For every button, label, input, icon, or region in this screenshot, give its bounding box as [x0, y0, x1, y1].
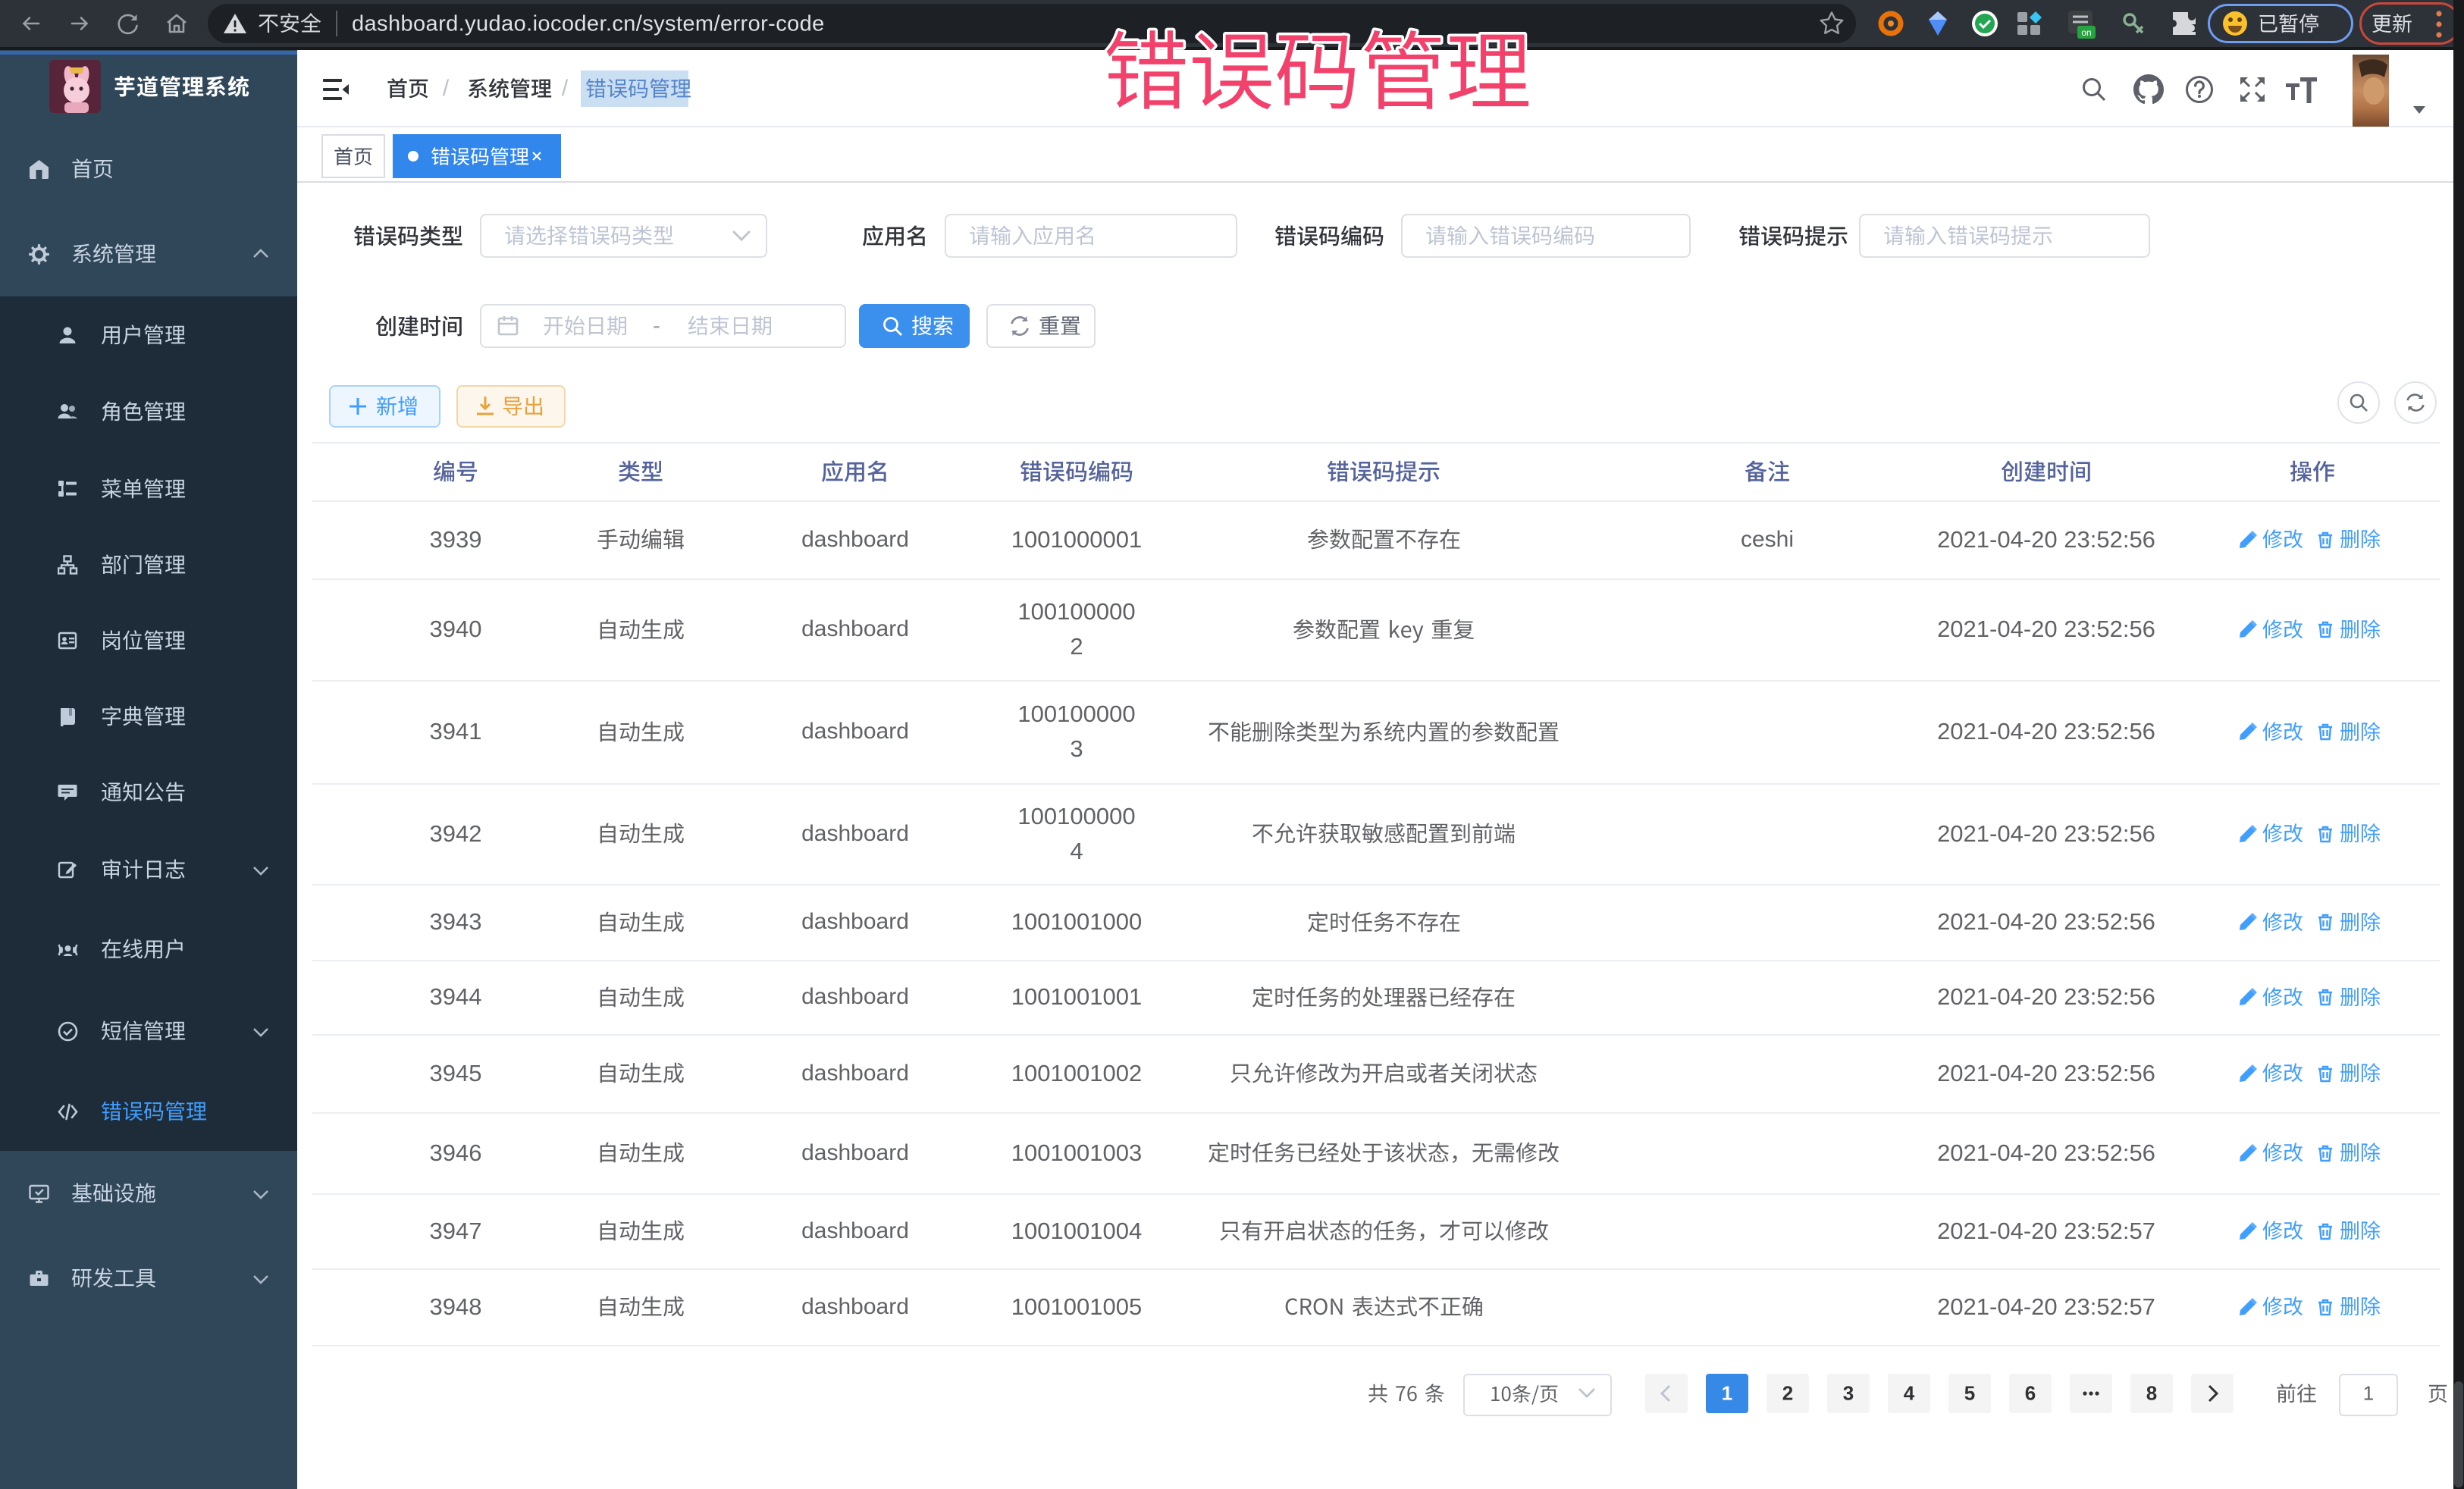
svg-text:on: on — [2081, 27, 2091, 38]
